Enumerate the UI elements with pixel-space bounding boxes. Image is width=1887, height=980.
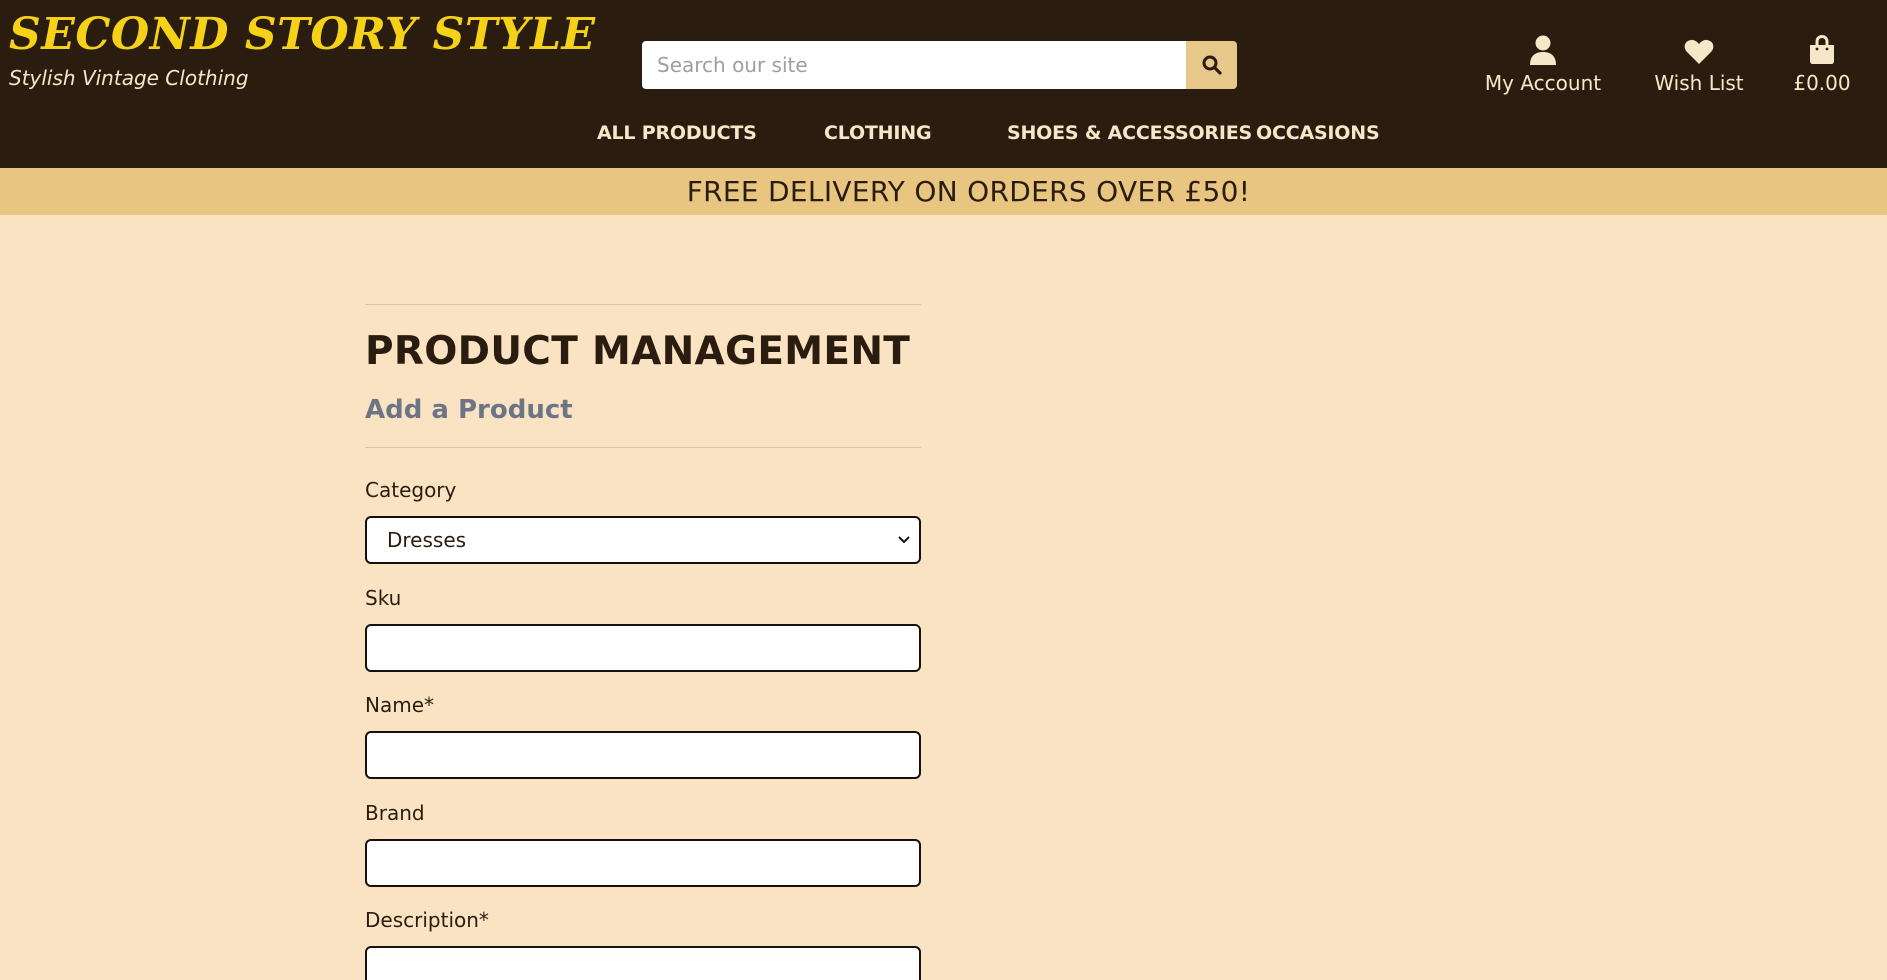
search-button[interactable]	[1186, 41, 1237, 89]
name-label: Name*	[365, 693, 435, 717]
heart-icon	[1684, 39, 1714, 64]
my-account-link[interactable]: My Account	[1483, 33, 1603, 95]
sku-input[interactable]	[365, 624, 921, 672]
search-input[interactable]	[642, 41, 1186, 89]
page-title: PRODUCT MANAGEMENT	[365, 329, 911, 374]
site-header: SECOND STORY STYLE Stylish Vintage Cloth…	[0, 0, 1887, 168]
description-textarea[interactable]	[365, 946, 921, 980]
bag-total: £0.00	[1793, 71, 1851, 95]
brand-logo[interactable]: SECOND STORY STYLE Stylish Vintage Cloth…	[9, 10, 596, 91]
chevron-down-icon	[898, 536, 910, 544]
search-icon	[1202, 55, 1222, 75]
name-field: Name*	[365, 693, 921, 779]
brand-field: Brand	[365, 801, 921, 887]
category-select[interactable]: Dresses	[365, 516, 921, 564]
my-account-label: My Account	[1484, 71, 1602, 95]
wish-list-link[interactable]: Wish List	[1651, 33, 1747, 95]
description-label: Description*	[365, 908, 489, 932]
brand-input[interactable]	[365, 839, 921, 887]
delivery-banner: FREE DELIVERY ON ORDERS OVER £50!	[0, 168, 1887, 215]
delivery-banner-text: FREE DELIVERY ON ORDERS OVER £50!	[686, 175, 1251, 208]
page-subtitle: Add a Product	[365, 395, 573, 425]
sku-field: Sku	[365, 586, 921, 672]
main-content: PRODUCT MANAGEMENT Add a Product	[365, 304, 921, 448]
brand-label: Brand	[365, 801, 425, 825]
search-bar	[642, 41, 1237, 89]
shopping-bag-icon	[1810, 35, 1834, 64]
sku-label: Sku	[365, 586, 402, 610]
nav-all-products[interactable]: ALL PRODUCTS	[597, 122, 757, 144]
divider	[365, 447, 921, 448]
main-nav: ALL PRODUCTS CLOTHING SHOES & ACCESSORIE…	[0, 122, 1887, 148]
category-field: Category Dresses	[365, 478, 921, 564]
divider	[365, 304, 921, 305]
nav-occasions[interactable]: OCCASIONS	[1256, 122, 1380, 144]
category-label: Category	[365, 478, 457, 502]
nav-shoes-accessories[interactable]: SHOES & ACCESSORIES	[1007, 122, 1252, 144]
user-icon	[1530, 35, 1556, 65]
description-field: Description*	[365, 908, 921, 980]
shopping-bag-link[interactable]: £0.00	[1792, 33, 1852, 95]
nav-clothing[interactable]: CLOTHING	[824, 122, 932, 144]
brand-title[interactable]: SECOND STORY STYLE	[9, 10, 596, 60]
brand-tagline: Stylish Vintage Clothing	[9, 66, 249, 90]
name-input[interactable]	[365, 731, 921, 779]
category-selected-value: Dresses	[387, 528, 467, 552]
wish-list-label: Wish List	[1654, 71, 1744, 95]
